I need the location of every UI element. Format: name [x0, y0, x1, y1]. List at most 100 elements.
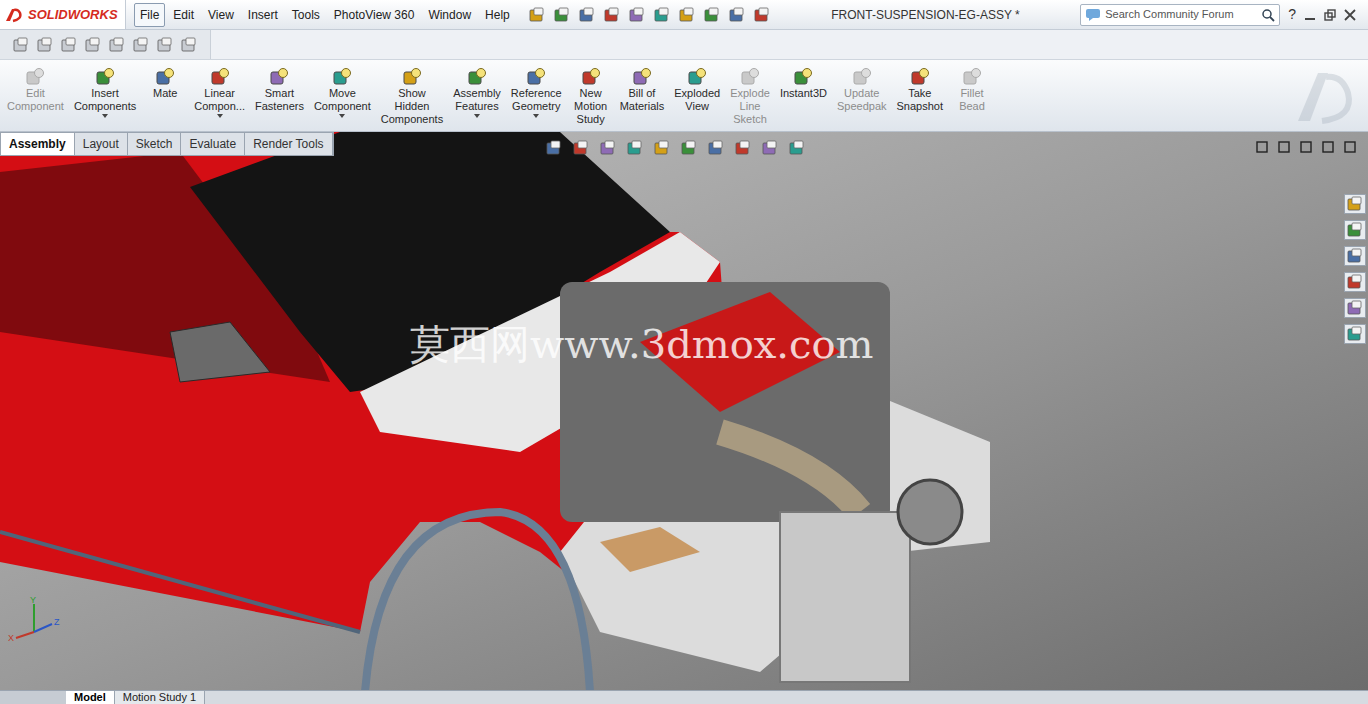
help-button[interactable]: ?: [1280, 4, 1304, 25]
rebuild-icon[interactable]: [703, 6, 721, 24]
window-title: FRONT-SUSPENSION-EG-ASSY *: [831, 6, 1019, 24]
viewport-restore-icon[interactable]: [1322, 141, 1334, 153]
command-tab[interactable]: Render Tools: [245, 133, 333, 155]
tool-d-icon[interactable]: [84, 36, 102, 54]
zoom-area-icon[interactable]: [572, 139, 590, 157]
tool-g-icon[interactable]: [156, 36, 174, 54]
design-library-icon[interactable]: [1346, 221, 1364, 239]
tool-e-icon[interactable]: [108, 36, 126, 54]
command-button[interactable]: UpdateSpeedpak: [834, 67, 890, 113]
command-icon: [466, 67, 488, 87]
tile-right-icon[interactable]: [1278, 141, 1290, 153]
command-button[interactable]: Bill ofMaterials: [617, 67, 668, 113]
command-icon: [331, 67, 353, 87]
command-button[interactable]: AssemblyFeatures: [450, 67, 504, 119]
command-icon: [631, 67, 653, 87]
bottom-tab[interactable]: Model: [66, 691, 115, 704]
command-button[interactable]: Mate: [143, 67, 187, 100]
restore-icon[interactable]: [1324, 9, 1336, 21]
options-icon[interactable]: [753, 6, 771, 24]
menu-item[interactable]: Insert: [242, 3, 284, 27]
open-icon[interactable]: [578, 6, 596, 24]
command-button[interactable]: FilletBead: [950, 67, 994, 113]
command-button[interactable]: InsertComponents: [71, 67, 139, 119]
command-button[interactable]: NewMotionStudy: [569, 67, 613, 126]
home-icon[interactable]: [1346, 195, 1364, 213]
menu-item[interactable]: Help: [479, 3, 516, 27]
command-icon: [792, 67, 814, 87]
command-tab[interactable]: Sketch: [128, 133, 182, 155]
command-button[interactable]: Instant3D: [777, 67, 830, 100]
command-button[interactable]: ExplodedView: [671, 67, 723, 113]
minimize-icon[interactable]: [1304, 9, 1316, 21]
save-icon[interactable]: [603, 6, 621, 24]
command-manager: EditComponentInsertComponentsMateLinearC…: [0, 60, 1368, 132]
scene-icon[interactable]: [761, 139, 779, 157]
command-tab[interactable]: Evaluate: [181, 133, 245, 155]
dropdown-arrow-icon[interactable]: [216, 113, 224, 119]
command-tab[interactable]: Layout: [75, 133, 128, 155]
tool-h-icon[interactable]: [180, 36, 198, 54]
command-button[interactable]: MoveComponent: [311, 67, 374, 119]
command-icon: [24, 67, 46, 87]
dropdown-arrow-icon[interactable]: [338, 113, 346, 119]
menu-item[interactable]: Edit: [167, 3, 200, 27]
new-icon[interactable]: [553, 6, 571, 24]
view-orientation-icon[interactable]: [653, 139, 671, 157]
tile-left-icon[interactable]: [1256, 141, 1268, 153]
close-icon[interactable]: [1344, 9, 1356, 21]
bottom-tab-bar: ModelMotion Study 1: [0, 690, 1368, 704]
previous-view-icon[interactable]: [599, 139, 617, 157]
menu-bar: FileEditViewInsertToolsPhotoView 360Wind…: [126, 3, 516, 27]
heads-up-toolbar: [545, 139, 806, 157]
command-button[interactable]: TakeSnapshot: [894, 67, 946, 113]
command-button[interactable]: ShowHiddenComponents: [378, 67, 446, 126]
tool-b-icon[interactable]: [36, 36, 54, 54]
hide-show-icon[interactable]: [707, 139, 725, 157]
print-icon[interactable]: [628, 6, 646, 24]
search-field[interactable]: Search Community Forum: [1080, 4, 1280, 26]
svg-text:X: X: [8, 633, 14, 643]
view-palette-icon[interactable]: [1346, 273, 1364, 291]
command-icon: [961, 67, 983, 87]
dropdown-arrow-icon[interactable]: [473, 113, 481, 119]
viewport-minimize-icon[interactable]: [1300, 141, 1312, 153]
menu-item[interactable]: Tools: [286, 3, 326, 27]
viewport-close-icon[interactable]: [1344, 141, 1356, 153]
command-button[interactable]: ExplodeLineSketch: [727, 67, 773, 126]
appearance-icon[interactable]: [734, 139, 752, 157]
command-button[interactable]: EditComponent: [4, 67, 67, 113]
undo-icon[interactable]: [653, 6, 671, 24]
chat-icon: [1085, 8, 1101, 22]
tool-a-icon[interactable]: [12, 36, 30, 54]
graphics-viewport[interactable]: AssemblyLayoutSketchEvaluateRender Tools…: [0, 132, 1368, 690]
command-icon: [401, 67, 423, 87]
section-view-icon[interactable]: [626, 139, 644, 157]
menu-item[interactable]: File: [134, 3, 165, 27]
pin-icon[interactable]: [528, 6, 546, 24]
custom-properties-icon[interactable]: [1346, 325, 1364, 343]
command-button[interactable]: LinearCompon...: [191, 67, 248, 119]
ds-logo-icon: [4, 7, 24, 23]
command-button[interactable]: SmartFasteners: [252, 67, 307, 113]
display-style-icon[interactable]: [680, 139, 698, 157]
tool-c-icon[interactable]: [60, 36, 78, 54]
command-tab[interactable]: Assembly: [1, 133, 75, 155]
bottom-tab[interactable]: Motion Study 1: [115, 691, 205, 704]
menu-item[interactable]: View: [202, 3, 240, 27]
menu-item[interactable]: PhotoView 360: [328, 3, 421, 27]
file-properties-icon[interactable]: [728, 6, 746, 24]
dropdown-arrow-icon[interactable]: [101, 113, 109, 119]
select-icon[interactable]: [678, 6, 696, 24]
command-icon: [94, 67, 116, 87]
dropdown-arrow-icon[interactable]: [532, 113, 540, 119]
file-explorer-icon[interactable]: [1346, 247, 1364, 265]
tool-f-icon[interactable]: [132, 36, 150, 54]
command-button[interactable]: ReferenceGeometry: [508, 67, 565, 119]
zoom-fit-icon[interactable]: [545, 139, 563, 157]
svg-text:Z: Z: [54, 617, 60, 627]
menu-item[interactable]: Window: [422, 3, 477, 27]
search-icon[interactable]: [1261, 8, 1275, 22]
appearances-icon[interactable]: [1346, 299, 1364, 317]
view-settings-icon[interactable]: [788, 139, 806, 157]
